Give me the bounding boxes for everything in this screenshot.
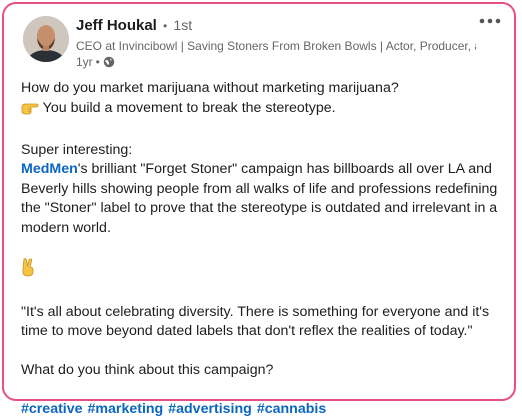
- hashtag-advertising[interactable]: #advertising: [168, 400, 252, 420]
- avatar[interactable]: [23, 16, 69, 62]
- connection-separator: •: [163, 19, 168, 33]
- avatar-photo-icon: [23, 16, 69, 62]
- post-meta: 1yr •: [76, 55, 115, 69]
- peace-emoji-line: [21, 257, 511, 284]
- more-horizontal-icon: [479, 18, 501, 24]
- author-name[interactable]: Jeff Houkal: [76, 17, 157, 34]
- globe-icon: [103, 56, 115, 68]
- post-card: Jeff Houkal • 1st CEO at Invincibowl | S…: [2, 2, 516, 417]
- post-line-movement: You build a movement to break the stereo…: [21, 99, 511, 122]
- more-options-button[interactable]: [476, 12, 504, 30]
- time-separator: •: [95, 55, 100, 69]
- author-headline: CEO at Invincibowl | Saving Stoners From…: [76, 39, 476, 53]
- post-line-interesting: Super interesting:: [21, 141, 133, 158]
- hashtag-marketing[interactable]: #marketing: [88, 400, 164, 420]
- post-quote: "It's all about celebrating diversity. T…: [21, 303, 490, 340]
- mention-link[interactable]: MedMen: [21, 161, 78, 177]
- post-line-question: How do you market marijuana without mark…: [21, 80, 399, 96]
- hashtag-list: #creative #marketing #advertising #canna…: [21, 400, 511, 420]
- post-line-movement-text: You build a movement to break the stereo…: [39, 99, 336, 116]
- post-time: 1yr: [76, 55, 93, 69]
- author-line: Jeff Houkal • 1st: [76, 17, 192, 34]
- pointing-hand-icon: [21, 100, 39, 122]
- connection-degree: 1st: [173, 17, 193, 33]
- campaign-text: 's brilliant "Forget Stoner" campaign ha…: [21, 161, 498, 236]
- post-body: How do you market marijuana without mark…: [21, 79, 511, 420]
- post-paragraph-campaign: MedMen's brilliant "Forget Stoner" campa…: [21, 160, 511, 238]
- hashtag-cannabis[interactable]: #cannabis: [257, 400, 326, 420]
- hashtag-creative[interactable]: #creative: [21, 400, 83, 420]
- peace-hand-icon: [21, 257, 35, 284]
- post-question: What do you think about this campaign?: [21, 362, 274, 378]
